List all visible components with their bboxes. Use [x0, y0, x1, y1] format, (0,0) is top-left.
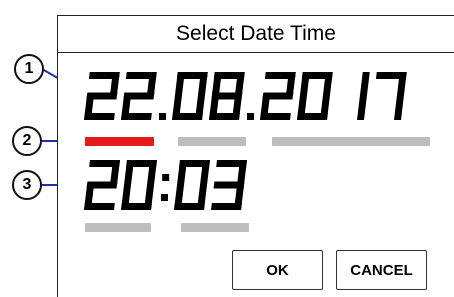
segment-f — [299, 72, 310, 96]
date-display[interactable] — [84, 72, 407, 120]
callout-2-label: 2 — [22, 132, 32, 149]
segment-f — [211, 72, 222, 96]
ok-button-label: OK — [266, 261, 289, 279]
segment-d — [84, 113, 115, 120]
colon-dot — [162, 174, 170, 181]
day-field-indicator[interactable] — [85, 137, 154, 146]
segment-b — [359, 72, 370, 96]
decimal-dot — [247, 113, 254, 120]
callout-1: 1 — [14, 54, 44, 84]
segment-f — [174, 72, 185, 96]
segment-c — [357, 96, 367, 120]
cancel-button-label: CANCEL — [350, 261, 413, 279]
callout-3-label: 3 — [22, 176, 32, 193]
callout-2: 2 — [12, 126, 42, 156]
segment-c — [394, 96, 404, 120]
time-display[interactable] — [84, 160, 247, 210]
hour-field-indicator[interactable] — [85, 223, 151, 232]
ok-button[interactable]: OK — [232, 250, 323, 290]
segment-d — [121, 113, 152, 120]
segment-f — [177, 160, 187, 185]
cancel-button[interactable]: CANCEL — [336, 250, 427, 290]
colon-dot — [160, 194, 168, 201]
callout-3: 3 — [12, 170, 42, 200]
segment-d — [260, 113, 291, 120]
segment-f — [124, 160, 134, 185]
segment-d — [211, 203, 242, 210]
segment-d — [84, 203, 115, 210]
segment-g — [211, 92, 243, 100]
decimal-dot — [159, 113, 166, 120]
month-field-indicator[interactable] — [178, 137, 246, 146]
minute-field-indicator[interactable] — [181, 223, 249, 232]
callout-1-label: 1 — [24, 60, 34, 77]
year-field-indicator[interactable] — [272, 137, 430, 146]
